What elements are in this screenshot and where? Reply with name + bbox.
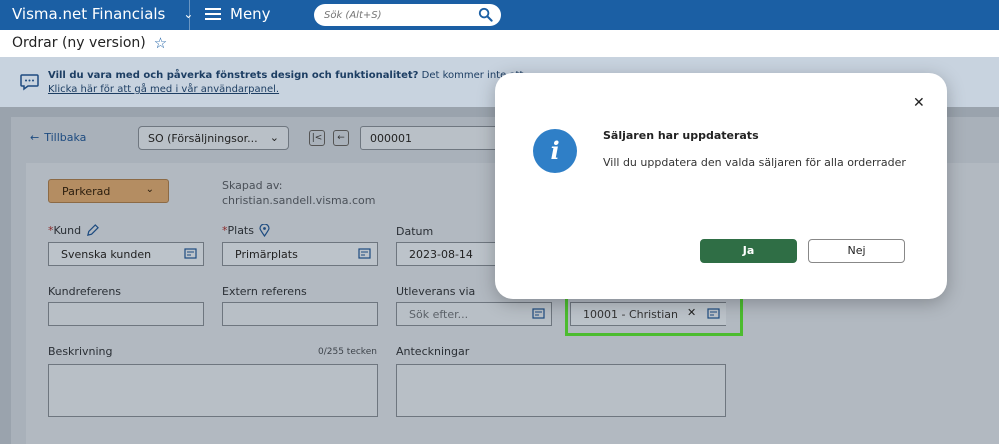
chat-bubble-icon: [20, 74, 39, 91]
order-number-field[interactable]: 000001: [360, 126, 500, 150]
order-type-select[interactable]: SO (Försäljningsor... ⌄: [138, 126, 289, 150]
search-input[interactable]: [314, 4, 464, 26]
order-number-value: 000001: [370, 132, 412, 145]
pencil-icon[interactable]: [86, 224, 100, 237]
date-value: 2023-08-14: [409, 248, 473, 261]
info-icon: i: [533, 129, 577, 173]
customer-ref-label: Kundreferens: [48, 285, 122, 298]
location-label: *Plats: [222, 224, 270, 237]
dialog-title: Säljaren har uppdaterats: [603, 129, 759, 142]
location-label-text: Plats: [227, 224, 254, 237]
yes-button[interactable]: Ja: [700, 239, 797, 263]
delivery-via-placeholder: Sök efter...: [409, 308, 469, 321]
no-button[interactable]: Nej: [808, 239, 905, 263]
external-ref-label: Extern referens: [222, 285, 307, 298]
lookup-icon[interactable]: [707, 307, 721, 321]
chevron-down-icon: ⌄: [145, 184, 154, 195]
app-brand: Visma.net Financials: [12, 5, 166, 23]
date-field[interactable]: 2023-08-14: [396, 242, 495, 266]
page-title-text: Ordrar (ny version): [12, 35, 146, 51]
map-pin-icon: [259, 224, 270, 237]
close-icon[interactable]: ✕: [913, 95, 925, 111]
delivery-via-label: Utleverans via: [396, 285, 476, 298]
menu-label: Meny: [230, 5, 271, 23]
customer-label-text: Kund: [53, 224, 82, 237]
location-value: Primärplats: [235, 248, 298, 261]
top-bar: Visma.net Financials ⌄ Meny: [0, 0, 999, 30]
notes-label: Anteckningar: [396, 345, 470, 358]
created-by: Skapad av: christian.sandell.visma.com: [222, 178, 375, 208]
lookup-icon[interactable]: [532, 307, 546, 321]
page-title: Ordrar (ny version) ☆: [12, 34, 167, 52]
search-icon[interactable]: [478, 7, 493, 22]
lookup-icon[interactable]: [358, 247, 372, 261]
chevron-down-icon: ⌄: [269, 131, 279, 144]
notes-textarea[interactable]: [396, 364, 726, 417]
description-count: 0/255 tecken: [318, 347, 377, 357]
order-type-value: SO (Försäljningsor...: [148, 132, 258, 145]
customer-ref-field[interactable]: [48, 302, 204, 326]
previous-record-icon[interactable]: ←: [333, 130, 349, 146]
dialog-message: Vill du uppdatera den valda säljaren för…: [603, 156, 906, 169]
clear-icon[interactable]: ✕: [687, 306, 696, 319]
app-switcher[interactable]: Visma.net Financials ⌄: [12, 5, 193, 23]
menu-button[interactable]: Meny: [205, 5, 271, 23]
customer-label: *Kund: [48, 224, 100, 237]
external-ref-field[interactable]: [222, 302, 378, 326]
description-label: Beskrivning: [48, 345, 113, 358]
customer-value: Svenska kunden: [61, 248, 152, 261]
created-by-label: Skapad av:: [222, 179, 283, 192]
status-value: Parkerad: [62, 185, 111, 198]
location-field[interactable]: Primärplats: [222, 242, 378, 266]
hamburger-icon: [205, 8, 221, 20]
created-by-value: christian.sandell.visma.com: [222, 194, 376, 207]
back-label: Tillbaka: [44, 131, 87, 144]
back-button[interactable]: ← Tillbaka: [30, 131, 86, 144]
customer-field[interactable]: Svenska kunden: [48, 242, 204, 266]
date-label: Datum: [396, 225, 434, 238]
arrow-left-icon: ←: [30, 131, 40, 144]
favorite-star-icon[interactable]: ☆: [154, 34, 167, 52]
divider: [189, 0, 190, 30]
banner-question: Vill du vara med och påverka fönstrets d…: [48, 70, 523, 81]
description-textarea[interactable]: [48, 364, 378, 417]
banner-question-bold: Vill du vara med och påverka fönstrets d…: [48, 70, 419, 81]
salesperson-updated-dialog: ✕ i Säljaren har uppdaterats Vill du upp…: [495, 73, 947, 299]
global-search[interactable]: [314, 4, 501, 26]
first-record-icon[interactable]: |<: [309, 130, 325, 146]
lookup-icon[interactable]: [184, 247, 198, 261]
user-panel-link[interactable]: Klicka här för att gå med i vår användar…: [48, 84, 279, 95]
delivery-via-field[interactable]: Sök efter...: [396, 302, 552, 326]
status-dropdown[interactable]: Parkerad ⌄: [48, 179, 169, 203]
